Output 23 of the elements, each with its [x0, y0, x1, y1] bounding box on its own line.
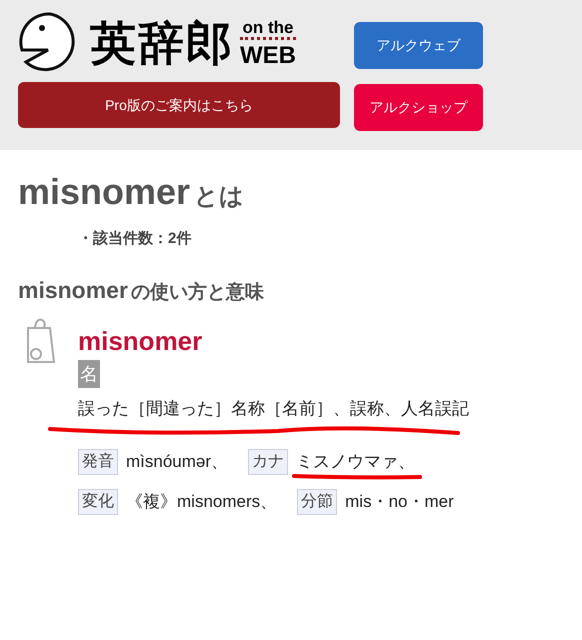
- logo-title: 英辞郎: [90, 20, 234, 66]
- logo-subtitle: on the: [242, 18, 294, 36]
- link-button[interactable]: アルクウェブ: [354, 22, 483, 69]
- logo-dots-icon: [240, 36, 296, 42]
- result-title: misnomer: [18, 174, 190, 210]
- field-label: 発音: [78, 449, 118, 475]
- field-label: 変化: [78, 489, 118, 515]
- heading-suffix: の使い方と意味: [130, 282, 264, 302]
- section-heading: misnomer: [18, 278, 128, 302]
- result-count: ・該当件数：2件: [78, 228, 192, 249]
- link-button[interactable]: アルクショップ: [354, 84, 483, 131]
- field-label: 分節: [297, 489, 338, 515]
- field-value: mìsnóumər、: [126, 452, 228, 471]
- definition-text: 誤った［間違った］名称［名前］、誤称、人名誤記: [78, 398, 469, 420]
- link-button[interactable]: Pro版のご案内はこちら: [18, 82, 340, 128]
- headword: misnomer: [78, 328, 202, 354]
- logo-web: WEB: [240, 44, 296, 68]
- field-value: ミスノウマァ、: [296, 452, 416, 471]
- part-of-speech-badge: 名: [78, 360, 100, 388]
- title-suffix: とは: [194, 185, 244, 209]
- field-value: 《複》misnomers、: [126, 492, 278, 511]
- field-value: mis・no・mer: [345, 492, 454, 511]
- field-label: カナ: [248, 449, 288, 475]
